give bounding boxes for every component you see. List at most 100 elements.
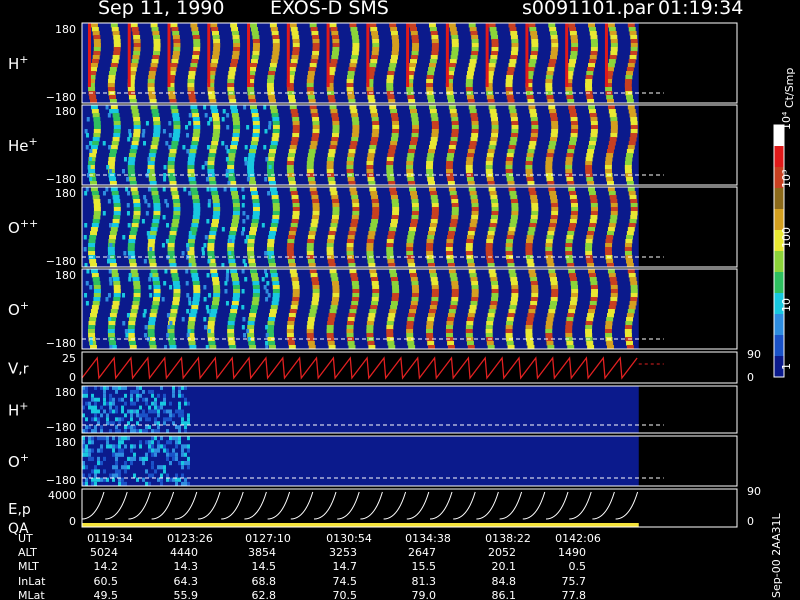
spectrogram-cell: [608, 223, 616, 228]
spectrogram-cell: [569, 191, 577, 196]
spectrogram-cell: [171, 305, 179, 310]
spectrogram-cell: [162, 187, 166, 192]
spectrogram-cell: [528, 145, 536, 150]
spectrogram-cell: [184, 425, 187, 430]
spectrogram-cell: [590, 293, 598, 298]
spectrogram-cell: [188, 259, 196, 264]
spectrogram-cell: [630, 51, 638, 56]
spectrogram-cell: [490, 137, 498, 142]
spectrogram-cell: [471, 211, 479, 216]
spectrogram-cell: [227, 75, 235, 80]
spectrogram-cell: [175, 444, 178, 449]
spectrogram-cell: [510, 137, 518, 142]
spectrogram-cell: [605, 169, 613, 174]
spectrogram-cell: [545, 333, 553, 338]
spectrogram-cell: [327, 95, 335, 100]
spectrogram-cell: [103, 436, 106, 441]
spectrogram-cell: [118, 452, 121, 457]
spectrogram-cell: [108, 157, 116, 162]
spectrogram-cell: [370, 273, 378, 278]
spectrogram-cell: [132, 195, 140, 200]
spectrogram-cell: [157, 465, 160, 470]
panel-label: V,r: [8, 360, 29, 378]
spectrogram-cell: [466, 259, 474, 264]
spectrogram-cell: [133, 281, 141, 286]
spectrogram-cell: [163, 409, 166, 414]
spectrogram-cell: [244, 157, 248, 162]
spectrogram-cell: [242, 227, 246, 232]
spectrogram-cell: [351, 31, 359, 36]
spectrogram-cell: [113, 207, 121, 212]
spectrogram-cell: [586, 235, 594, 240]
spectrogram-cell: [451, 51, 459, 56]
spectrogram-cell: [153, 211, 161, 216]
spectrogram-cell: [466, 239, 474, 244]
spectrogram-cell: [570, 297, 578, 302]
spectrogram-cell: [390, 59, 398, 64]
spectrogram-cell: [389, 309, 397, 314]
spectrogram-cell: [471, 215, 479, 220]
spectrogram-cell: [411, 203, 419, 208]
spectrogram-cell: [488, 105, 496, 110]
spectrogram-cell: [406, 23, 410, 87]
spectrogram-cell: [288, 317, 295, 322]
spectrogram-cell: [531, 121, 539, 126]
spectrogram-cell: [190, 309, 198, 314]
spectrogram-cell: [506, 321, 514, 326]
spectrogram-cell: [451, 285, 459, 290]
spectrogram-cell: [106, 436, 109, 441]
spectrogram-cell: [311, 219, 319, 224]
spectrogram-cell: [168, 177, 176, 182]
spectrogram-cell: [169, 67, 177, 72]
spectrogram-cell: [289, 227, 297, 232]
spectrogram-cell: [193, 47, 201, 52]
spectrogram-cell: [213, 129, 221, 134]
spectrogram-cell: [85, 448, 88, 453]
spectrogram-cell: [511, 293, 519, 298]
spectrogram-cell: [169, 461, 172, 466]
spectrogram-cell: [232, 117, 240, 122]
spectrogram-cell: [451, 47, 459, 52]
spectrogram-cell: [525, 169, 533, 174]
spectrogram-cell: [386, 169, 394, 174]
spectrogram-cell: [121, 386, 124, 390]
spectrogram-cell: [431, 125, 439, 130]
spectrogram-cell: [175, 456, 178, 461]
spectrogram-cell: [115, 456, 118, 461]
spectrogram-cell: [201, 165, 205, 170]
spectrogram-cell: [115, 444, 118, 449]
spectrogram-cell: [411, 297, 419, 302]
spectrogram-cell: [446, 325, 453, 330]
spectrogram-cell: [565, 161, 573, 166]
spectrogram-cell: [163, 469, 166, 474]
spectrogram-cell: [187, 87, 195, 92]
spectrogram-cell: [411, 47, 419, 52]
spectrogram-cell: [466, 75, 474, 80]
spectrogram-cell: [163, 417, 166, 422]
spectrogram-cell: [188, 301, 192, 306]
spectrogram-cell: [107, 333, 115, 338]
panel-label: O++: [8, 217, 38, 237]
spectrogram-cell: [188, 191, 192, 196]
spectrogram-cell: [84, 129, 88, 134]
spectrogram-cell: [566, 341, 574, 346]
spectrogram-cell: [386, 325, 394, 330]
spectrogram-cell: [157, 405, 160, 410]
spectrogram-cell: [178, 429, 181, 433]
spectrogram-cell: [570, 215, 578, 220]
spectrogram-cell: [451, 203, 459, 208]
spectrogram-cell: [230, 145, 238, 150]
spectrogram-cell: [286, 169, 294, 174]
spectrogram-cell: [548, 145, 556, 150]
spectrogram-cell: [351, 281, 359, 286]
spectrogram-cell: [311, 277, 319, 282]
spectrogram-cell: [267, 169, 275, 174]
spectrogram-cell: [408, 149, 416, 154]
spectrogram-cell: [172, 452, 175, 457]
spectrogram-cell: [181, 452, 184, 457]
spectrogram-cell: [486, 317, 494, 322]
spectrogram-cell: [91, 405, 94, 410]
spectrogram-cell: [486, 321, 494, 326]
spectrogram-cell: [88, 440, 91, 445]
spectrogram-cell: [327, 153, 335, 158]
